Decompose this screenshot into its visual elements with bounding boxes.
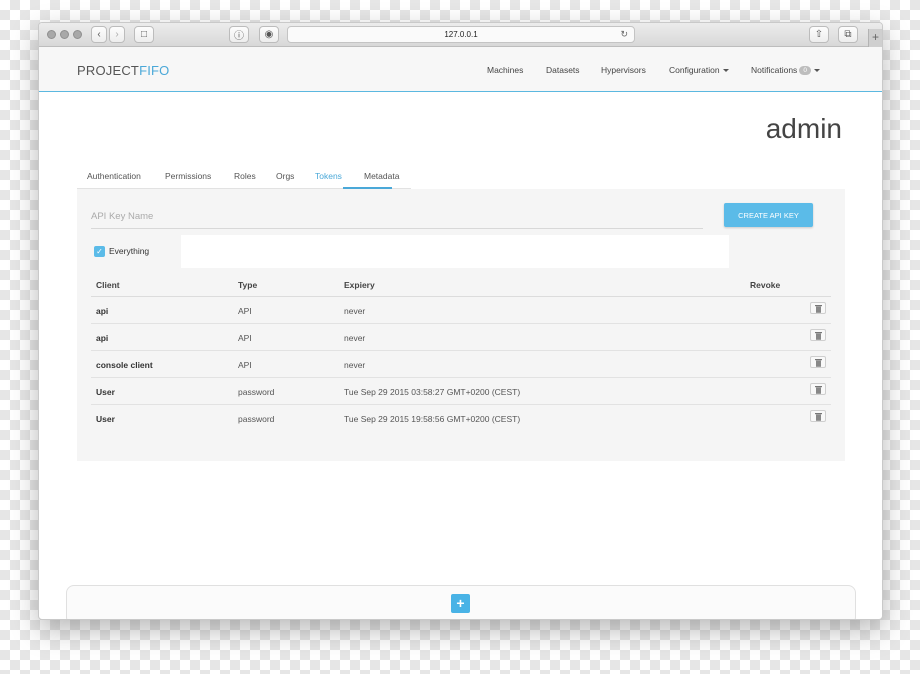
create-api-key-button[interactable]: CREATE API KEY: [724, 203, 813, 227]
chevron-down-icon: [722, 69, 729, 73]
everything-checkbox[interactable]: ✓: [94, 246, 105, 257]
table-row: User password Tue Sep 29 2015 19:58:56 G…: [91, 405, 831, 432]
tab-authentication[interactable]: Authentication: [87, 171, 141, 181]
top-navbar: PROJECTFIFO Machines Datasets Hypervisor…: [39, 47, 882, 92]
back-icon[interactable]: ‹: [91, 26, 107, 43]
table-header: Client Type Expiery Revoke: [91, 275, 831, 297]
tab-bar: Authentication Permissions Roles Orgs To…: [77, 165, 411, 189]
logo[interactable]: PROJECTFIFO: [77, 63, 169, 78]
everything-label: Everything: [109, 246, 150, 256]
check-icon: ✓: [96, 247, 103, 256]
header-type: Type: [238, 280, 258, 290]
header-revoke: Revoke: [750, 280, 781, 290]
browser-window: ‹ › □ ⓘ ◉ 127.0.0.1 ↻ ⇧ ⧉ + PROJECTFIFO …: [38, 22, 883, 620]
browser-titlebar: ‹ › □ ⓘ ◉ 127.0.0.1 ↻ ⇧ ⧉ +: [39, 23, 882, 47]
expiry-cell: never: [344, 333, 366, 343]
sidebar-icon[interactable]: □: [134, 26, 154, 43]
new-tab-button[interactable]: +: [868, 29, 882, 47]
client-cell: api: [96, 333, 109, 343]
nav-machines[interactable]: Machines: [487, 65, 523, 75]
tab-orgs[interactable]: Orgs: [276, 171, 294, 181]
page-title: admin: [765, 113, 842, 144]
expiry-cell: Tue Sep 29 2015 19:58:56 GMT+0200 (CEST): [344, 414, 521, 424]
tab-metadata[interactable]: Metadata: [364, 171, 399, 181]
logo-project: PROJECT: [77, 63, 140, 78]
revoke-button[interactable]: [810, 356, 826, 368]
header-expiry: Expiery: [344, 280, 375, 290]
tokens-panel: API Key Name CREATE API KEY ✓ Everything…: [77, 189, 845, 461]
tab-permissions[interactable]: Permissions: [165, 171, 211, 181]
revoke-button[interactable]: [810, 410, 826, 422]
zoom-window-icon[interactable]: [73, 30, 82, 39]
type-cell: API: [238, 333, 252, 343]
expiry-cell: Tue Sep 29 2015 03:58:27 GMT+0200 (CEST): [344, 387, 521, 397]
nav-notifications-label: Notifications: [751, 65, 798, 75]
table-row: api API never: [91, 297, 831, 324]
address-bar[interactable]: 127.0.0.1 ↻: [287, 26, 635, 43]
table-row: api API never: [91, 324, 831, 351]
scope-area: [181, 235, 729, 268]
client-cell: User: [96, 414, 115, 424]
type-cell: password: [238, 414, 275, 424]
tab-roles[interactable]: Roles: [234, 171, 256, 181]
table-row: console client API never: [91, 351, 831, 378]
type-cell: API: [238, 306, 252, 316]
share-icon[interactable]: ⇧: [809, 26, 829, 43]
type-cell: API: [238, 360, 252, 370]
nav-hypervisors[interactable]: Hypervisors: [601, 65, 646, 75]
trash-icon: [815, 305, 822, 313]
logo-fifo: FIFO: [139, 63, 170, 78]
notification-count-badge: 0: [799, 66, 811, 76]
footer-bar: +: [66, 585, 856, 619]
add-button[interactable]: +: [451, 594, 470, 613]
tabs-overview-icon[interactable]: ⧉: [838, 26, 858, 43]
revoke-button[interactable]: [810, 329, 826, 341]
nav-notifications[interactable]: Notifications 0: [751, 65, 820, 76]
nav-configuration-label: Configuration: [669, 65, 720, 75]
trash-icon: [815, 359, 822, 367]
api-key-name-input[interactable]: API Key Name: [91, 209, 703, 229]
adblock-icon[interactable]: ◉: [259, 26, 279, 43]
type-cell: password: [238, 387, 275, 397]
chevron-down-icon: [813, 69, 820, 73]
expiry-cell: never: [344, 306, 366, 316]
minimize-window-icon[interactable]: [60, 30, 69, 39]
url-text: 127.0.0.1: [444, 30, 478, 39]
revoke-button[interactable]: [810, 383, 826, 395]
trash-icon: [815, 386, 822, 394]
reload-icon[interactable]: ↻: [620, 29, 628, 40]
revoke-button[interactable]: [810, 302, 826, 314]
table-row: User password Tue Sep 29 2015 03:58:27 G…: [91, 378, 831, 405]
client-cell: api: [96, 306, 109, 316]
forward-icon[interactable]: ›: [109, 26, 125, 43]
client-cell: console client: [96, 360, 153, 370]
header-client: Client: [96, 280, 120, 290]
expiry-cell: never: [344, 360, 366, 370]
trash-icon: [815, 413, 822, 421]
tokens-table: Client Type Expiery Revoke api API never…: [91, 275, 831, 432]
info-icon[interactable]: ⓘ: [229, 26, 249, 43]
close-window-icon[interactable]: [47, 30, 56, 39]
nav-configuration[interactable]: Configuration: [669, 65, 729, 75]
client-cell: User: [96, 387, 115, 397]
tab-tokens[interactable]: Tokens: [315, 171, 342, 181]
trash-icon: [815, 332, 822, 340]
nav-datasets[interactable]: Datasets: [546, 65, 580, 75]
